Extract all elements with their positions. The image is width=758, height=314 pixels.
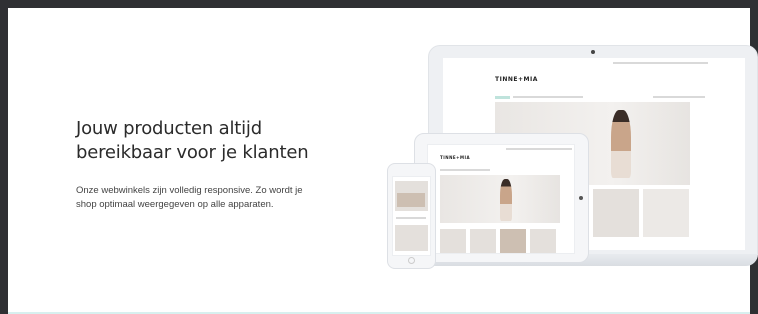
- tablet-website-screenshot: TINNE+MIA: [427, 144, 575, 254]
- description-line-2: shop optimaal weergegeven op alle appara…: [76, 199, 274, 210]
- tablet-home-button: [579, 196, 583, 200]
- tablet-product-thumb: [530, 229, 556, 253]
- window-top-edge: [0, 0, 758, 8]
- section-description: Onze webwinkels zijn volledig responsive…: [76, 184, 346, 212]
- tablet-shop-logo: TINNE+MIA: [440, 155, 471, 160]
- laptop-hero-model: [611, 110, 631, 178]
- laptop-product-thumb: [593, 189, 639, 237]
- tablet-top-links: [506, 148, 572, 150]
- phone-product-image: [397, 193, 425, 207]
- tablet-nav-links: [440, 169, 490, 171]
- tablet-product-thumb: [470, 229, 496, 253]
- laptop-camera: [591, 50, 595, 54]
- phone-product-image: [395, 225, 428, 251]
- laptop-nav-active: [495, 96, 510, 99]
- headline-line-1: Jouw producten altijd: [76, 118, 262, 139]
- laptop-top-links: [613, 62, 708, 64]
- tablet-product-thumb: [500, 229, 526, 253]
- tablet-mockup: TINNE+MIA: [414, 133, 589, 263]
- laptop-product-thumb: [643, 189, 689, 237]
- phone-home-button: [408, 257, 415, 264]
- tablet-product-thumb: [440, 229, 466, 253]
- phone-website-screenshot: [392, 176, 431, 256]
- section-headline: Jouw producten altijd bereikbaar voor je…: [76, 117, 376, 165]
- phone-mockup: [387, 163, 436, 269]
- laptop-nav-links: [513, 96, 583, 98]
- description-line-1: Onze webwinkels zijn volledig responsive…: [76, 185, 303, 196]
- laptop-nav-right: [653, 96, 705, 98]
- window-left-edge: [0, 0, 8, 314]
- phone-text-line: [396, 217, 426, 219]
- headline-line-2: bereikbaar voor je klanten: [76, 142, 309, 163]
- tablet-hero-model: [500, 179, 512, 221]
- laptop-shop-logo: TINNE+MIA: [495, 76, 538, 83]
